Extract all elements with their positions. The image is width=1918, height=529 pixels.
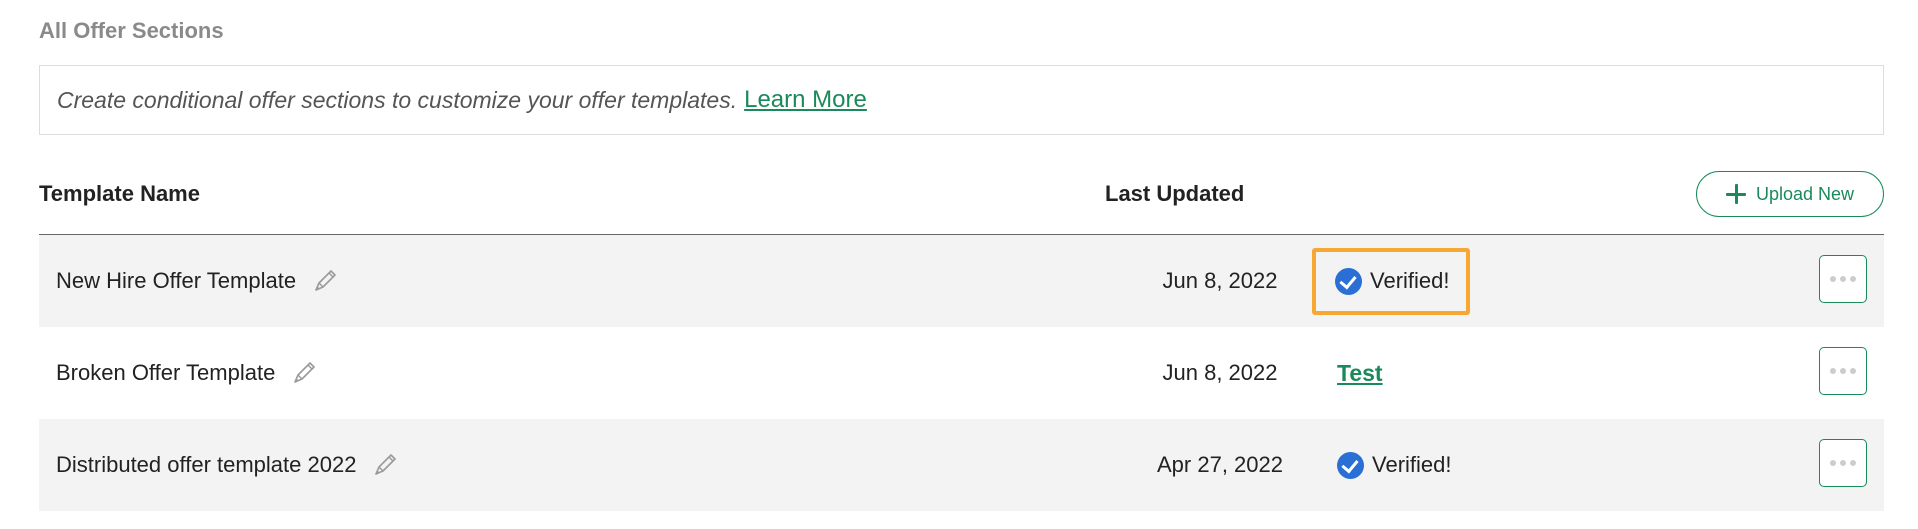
test-link[interactable]: Test [1337,360,1383,387]
status-cell: Verified! [1312,235,1470,327]
more-dot [1850,460,1856,466]
plus-icon [1725,184,1746,204]
more-options-button[interactable] [1819,347,1867,395]
section-title: All Offer Sections [39,18,224,43]
more-horizontal-icon [1830,460,1836,466]
table-header: Template Name Last Updated Upload New [39,165,1884,235]
more-horizontal-icon [1830,276,1836,282]
template-name-cell: Broken Offer Template [56,327,319,419]
pencil-icon[interactable] [289,358,319,388]
verified-status-highlighted: Verified! [1312,247,1470,315]
upload-new-button[interactable]: Upload New [1696,171,1884,217]
status-cell: Verified! [1337,419,1452,511]
template-name-cell: Distributed offer template 2022 [56,419,400,511]
status-label: Verified! [1370,268,1450,293]
upload-new-label: Upload New [1755,183,1855,204]
last-updated-cell: Jun 8, 2022 [1162,268,1278,293]
check-circle-icon [1337,451,1364,479]
learn-more-link[interactable]: Learn More [744,86,867,114]
template-name: Broken Offer Template [56,360,276,385]
more-dot [1850,368,1856,374]
verified-status: Verified! [1337,451,1452,479]
template-name-cell: New Hire Offer Template [56,235,340,327]
more-dot [1840,368,1846,374]
more-dot [1850,276,1856,282]
last-updated-cell: Apr 27, 2022 [1157,452,1283,477]
more-options-button[interactable] [1819,255,1867,303]
template-name: New Hire Offer Template [56,268,297,293]
template-name: Distributed offer template 2022 [56,452,357,477]
pencil-icon[interactable] [370,450,400,480]
check-circle-icon [1335,267,1362,295]
more-dot [1840,276,1846,282]
info-text: Create conditional offer sections to cus… [57,86,738,113]
more-horizontal-icon [1830,368,1836,374]
table-row: New Hire Offer Template Jun 8, 2022 Veri… [39,235,1884,327]
column-header-last-updated: Last Updated [1105,181,1245,206]
last-updated-cell: Jun 8, 2022 [1162,360,1278,385]
pencil-icon[interactable] [310,266,340,296]
more-dot [1840,460,1846,466]
status-cell: Test [1337,327,1383,419]
table-row: Distributed offer template 2022 Apr 27, … [39,419,1884,511]
info-banner: Create conditional offer sections to cus… [39,65,1884,135]
table-row: Broken Offer Template Jun 8, 2022 Test [39,327,1884,419]
more-options-button[interactable] [1819,439,1867,487]
column-header-template-name: Template Name [39,181,200,206]
status-label: Verified! [1372,452,1452,477]
